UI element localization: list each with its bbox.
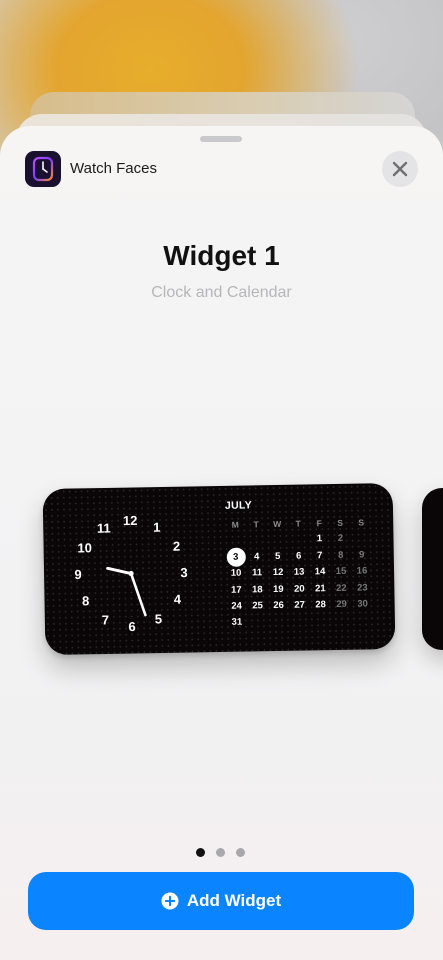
add-widget-button[interactable]: Add Widget [28,872,414,930]
calendar-day: 28 [315,599,327,611]
clock-minute-hand [129,572,147,617]
calendar-day: 12 [272,567,284,579]
close-button[interactable] [382,151,418,187]
calendar-day: 31 [231,616,243,629]
calendar-day: 1 [316,533,323,545]
page-dot[interactable] [196,848,205,857]
calendar-day: 4 [254,551,260,563]
clock-number: 4 [174,592,182,607]
calendar-day: 21 [314,582,326,594]
clock-hour-hand [106,566,133,576]
calendar-day: 7 [317,549,323,562]
calendar-day: 22 [335,582,347,594]
clock-number: 5 [155,611,162,626]
clock-number: 6 [128,619,135,634]
add-widget-label: Add Widget [186,891,282,910]
calendar-day: 8 [338,549,344,561]
calendar-day: 24 [231,600,243,612]
clock-number: 7 [102,612,109,627]
calendar-day: 29 [336,598,348,610]
clock-number: 2 [173,539,180,554]
calendar-weekday: M [231,519,239,530]
calendar-day: 3 [233,551,239,563]
clock-number: 1 [153,520,160,535]
clock-number: 9 [74,567,81,582]
page-dot[interactable] [216,848,225,857]
calendar-day: 18 [251,583,263,596]
calendar-day: 11 [251,567,263,579]
clock-number: 8 [82,593,89,608]
calendar-day: 17 [230,584,242,596]
calendar-day: 15 [335,565,347,578]
calendar-day: 27 [294,599,306,611]
calendar-day: 6 [296,550,302,562]
calendar-day: 25 [252,600,264,612]
calendar-weekday: T [253,519,259,530]
calendar-day: 10 [230,567,242,579]
app-name: Watch Faces [70,160,157,177]
clock-number: 12 [123,513,138,528]
calendar-weekday: W [273,518,282,530]
clock-number: 3 [180,565,187,580]
widget-subtitle: Clock and Calendar [151,284,292,301]
calendar-weekday: S [358,517,365,528]
next-widget-preview[interactable] [422,488,443,650]
watch-faces-app-icon [25,151,61,187]
calendar-day: 5 [275,550,281,562]
widget-title: Widget 1 [163,240,280,271]
calendar-day: 26 [273,599,285,612]
calendar-day: 30 [357,598,369,610]
calendar-weekday: S [337,517,344,528]
calendar-day: 9 [359,549,365,561]
sheet-grabber[interactable] [200,136,242,142]
clock-number: 11 [97,520,111,535]
calendar-weekday: T [295,518,301,529]
calendar-day: 2 [337,533,344,545]
calendar-day: 23 [356,582,368,594]
widget-preview-clock-calendar[interactable]: 12 1 2 3 4 5 6 7 8 9 10 11 JULY M T W T F S S 1 2 3 4 5 6 7 8 9 10 1… [42,482,396,656]
plus-circle-icon [161,892,179,910]
calendar-weekday: F [316,518,322,529]
clock-number: 10 [77,540,92,555]
calendar-day: 19 [272,583,284,595]
calendar-day: 16 [356,565,368,577]
page-dot[interactable] [236,848,245,857]
widget-gallery-sheet: Watch Faces Widget 1 Clock and Calendar … [0,126,443,960]
analog-clock: 12 1234567891011 [74,513,187,634]
calendar-month: JULY [224,499,253,512]
calendar-day: 14 [314,566,326,578]
calendar-day: 20 [293,583,305,595]
close-icon [392,161,408,177]
calendar-day: 13 [293,566,305,578]
